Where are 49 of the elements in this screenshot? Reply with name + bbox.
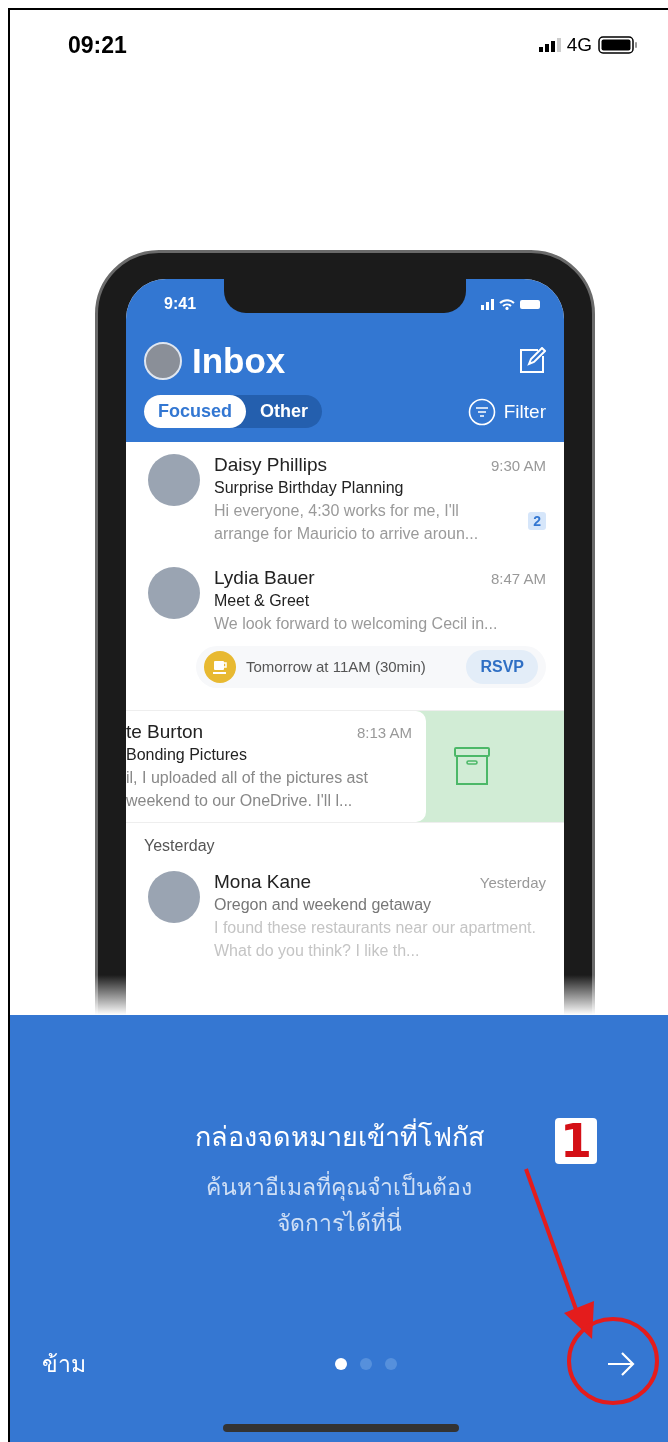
email-subject: Surprise Birthday Planning (214, 479, 405, 497)
signal-icon (538, 38, 561, 52)
email-preview: We look forward to welcoming Cecil in... (214, 614, 499, 635)
compose-icon[interactable] (518, 347, 546, 375)
inbox-tab[interactable]: Other (246, 395, 323, 428)
filter-icon[interactable] (467, 397, 496, 426)
email-subject: Oregon and weekend getaway (214, 895, 433, 914)
phone-status-time: 9:41 (164, 295, 197, 313)
email-sender: Daisy Phillips (214, 454, 327, 476)
event-time: Tomorrow at 11AM (30min) (246, 658, 427, 676)
inbox-tab[interactable]: Focused (144, 395, 246, 428)
skip-button[interactable]: ข้าม (42, 1346, 86, 1382)
sender-avatar (148, 870, 200, 923)
inbox-title: Inbox (192, 341, 287, 381)
email-time: 8:47 AM (490, 570, 546, 588)
phone-wifi-icon (499, 298, 515, 310)
email-sender: Lydia Bauer (214, 567, 315, 590)
rsvp-button[interactable]: RSVP (466, 649, 538, 684)
email-row[interactable]: Lydia Bauer 8:47 AM Meet & Greet We look forward to welcoming Cecil in... Tomorrow at 11AM (30min) RSVP (126, 555, 564, 702)
email-row[interactable]: Daisy Phillips 9:30 AM Surprise Birthday Planning Hi everyone, 4:30 works for me, I'll arrange for Mauricio to arrive aroun... 2 (126, 442, 564, 556)
email-subject: Meet & Greet (214, 592, 311, 611)
network-label: 4G (566, 34, 592, 56)
email-time: 9:30 AM (490, 457, 546, 474)
next-arrow-icon[interactable] (606, 1351, 636, 1377)
sender-avatar (148, 454, 200, 506)
thread-count-badge: 2 (528, 512, 546, 531)
section-label: Yesterday (143, 835, 216, 856)
coffee-cup-icon (204, 650, 236, 683)
email-time: 8:13 AM (356, 723, 412, 741)
profile-avatar[interactable] (144, 342, 182, 380)
onboarding-title: กล่องจดหมายเข้าที่โฟกัส (194, 1115, 484, 1158)
email-sender: te Burton (126, 720, 204, 743)
email-subject: Bonding Pictures (126, 745, 248, 764)
email-sender: Mona Kane (214, 870, 312, 893)
email-preview: il, I uploaded all of the pictures ast weekend to our OneDrive. I'll l... (126, 767, 369, 811)
onboarding-description: ค้นหาอีเมลที่คุณจำเป็นต้องจัดการได้ที่นี่ (174, 1170, 504, 1242)
email-preview: Hi everyone, 4:30 works for me, I'll arrange for Mauricio to arrive aroun... (214, 501, 480, 545)
battery-icon (598, 36, 638, 54)
filter-label[interactable]: Filter (503, 400, 546, 423)
sender-avatar (148, 567, 200, 620)
status-time: 09:21 (68, 31, 127, 59)
email-row[interactable]: Mona Kane Yesterday Oregon and weekend getaway I found these restaurants near our apartment. What do you think? I like th... (126, 858, 564, 973)
annotation-number: 1 (555, 1118, 597, 1164)
email-time: Yesterday (479, 873, 546, 891)
phone-battery-icon (520, 299, 540, 309)
email-preview: I found these restaurants near our apartment. What do you think? I like th... (214, 917, 537, 962)
email-row[interactable]: te Burton 8:13 AM Bonding Pictures il, I uploaded all of the pictures ast weekend to our OneDrive. I'll l... (126, 710, 426, 822)
archive-box-icon (454, 747, 490, 786)
phone-signal-icon (481, 298, 494, 310)
